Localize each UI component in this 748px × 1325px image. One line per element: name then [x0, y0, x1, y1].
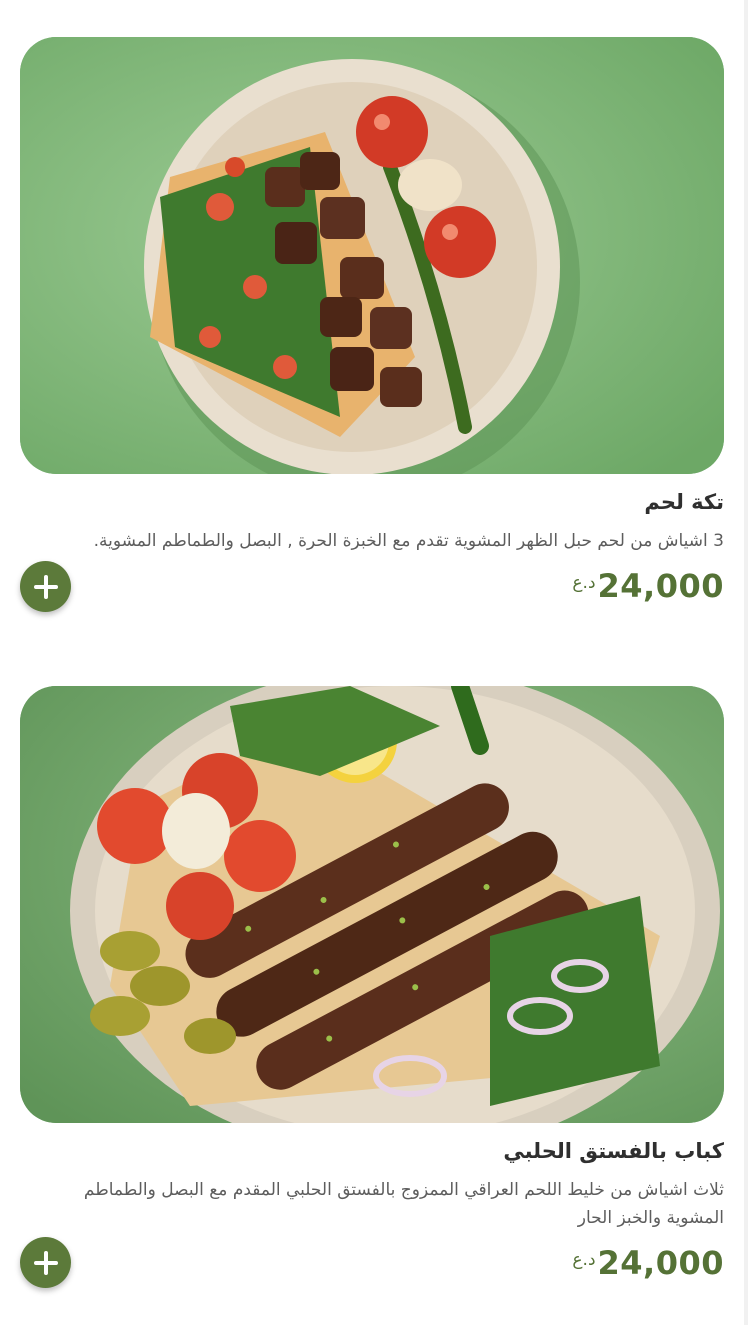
currency-label: د.ع	[572, 573, 596, 593]
dish-photo-illustration	[20, 686, 724, 1123]
dish-description: ثلاث اشياش من خليط اللحم العراقي الممزوج…	[83, 1180, 724, 1228]
price-amount: 24,000	[597, 1244, 724, 1282]
menu-item-card[interactable]: كباب بالفستق الحلبي ثلاث اشياش من خليط ا…	[20, 686, 724, 1288]
dish-name: كباب بالفستق الحلبي	[503, 1139, 724, 1163]
plus-icon	[33, 1250, 58, 1275]
dish-price: د.ع 24,000	[572, 1244, 724, 1282]
price-amount: 24,000	[597, 567, 724, 605]
plus-icon	[33, 574, 58, 599]
add-to-cart-button[interactable]	[20, 1237, 71, 1288]
dish-name: تكة لحم	[644, 490, 724, 514]
add-to-cart-button[interactable]	[20, 561, 71, 612]
currency-label: د.ع	[572, 1250, 596, 1270]
dish-photo-kebab	[20, 686, 724, 1123]
dish-price: د.ع 24,000	[572, 567, 724, 605]
dish-photo-tikka	[20, 37, 724, 474]
menu-page: تكة لحم 3 اشياش من لحم حبل الظهر المشوية…	[0, 0, 748, 1325]
menu-item-card[interactable]: تكة لحم 3 اشياش من لحم حبل الظهر المشوية…	[20, 37, 724, 612]
scrollbar-track[interactable]	[744, 0, 748, 1325]
dish-photo-illustration	[20, 37, 724, 474]
dish-description: 3 اشياش من لحم حبل الظهر المشوية تقدم مع…	[93, 531, 724, 551]
